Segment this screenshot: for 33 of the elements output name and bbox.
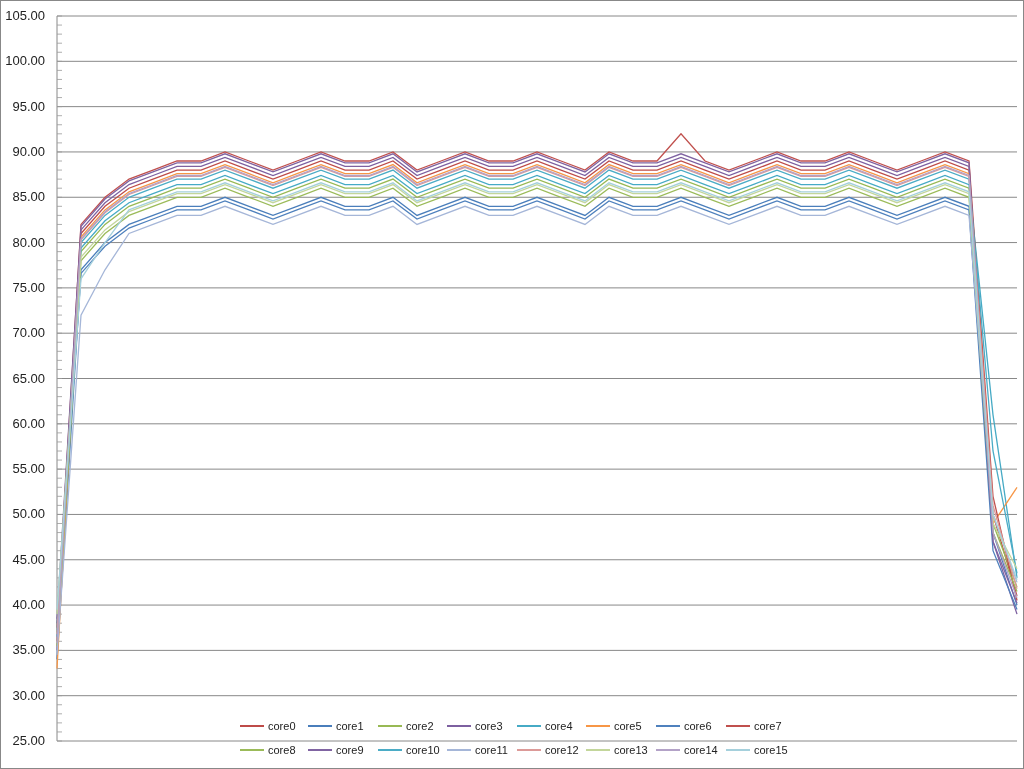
- y-tick-label: 70.00: [12, 325, 45, 341]
- legend-label: core3: [475, 720, 503, 732]
- legend-label: core13: [614, 744, 648, 756]
- legend-label: core7: [754, 720, 782, 732]
- legend-label: core0: [268, 720, 296, 732]
- legend-label: core12: [545, 744, 579, 756]
- legend-label: core9: [336, 744, 364, 756]
- y-tick-label: 95.00: [12, 98, 45, 114]
- y-tick-label: 35.00: [12, 642, 45, 658]
- legend-label: core1: [336, 720, 364, 732]
- y-tick-label: 90.00: [12, 143, 45, 159]
- y-tick-label: 100.00: [5, 53, 45, 69]
- y-tick-label: 75.00: [12, 279, 45, 295]
- legend-label: core15: [754, 744, 788, 756]
- legend-label: core10: [406, 744, 440, 756]
- y-tick-label: 40.00: [12, 597, 45, 613]
- y-tick-label: 105.00: [5, 8, 45, 23]
- legend-label: core6: [684, 720, 712, 732]
- y-tick-label: 60.00: [12, 415, 45, 431]
- legend-label: core14: [684, 744, 718, 756]
- y-tick-label: 80.00: [12, 234, 45, 250]
- legend-label: core4: [545, 720, 573, 732]
- y-tick-label: 55.00: [12, 461, 45, 477]
- y-tick-label: 65.00: [12, 370, 45, 386]
- y-tick-label: 25.00: [12, 733, 45, 748]
- y-tick-label: 50.00: [12, 506, 45, 522]
- legend-label: core8: [268, 744, 296, 756]
- legend-label: core2: [406, 720, 434, 732]
- y-tick-label: 30.00: [12, 687, 45, 703]
- y-tick-label: 85.00: [12, 189, 45, 205]
- legend-label: core5: [614, 720, 642, 732]
- legend-label: core11: [475, 744, 508, 756]
- y-tick-label: 45.00: [12, 551, 45, 567]
